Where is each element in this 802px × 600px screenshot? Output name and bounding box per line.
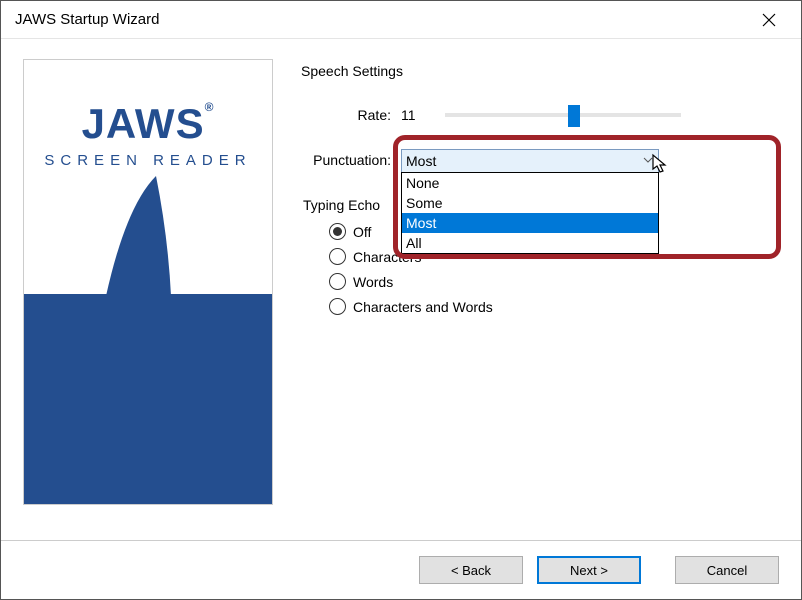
- combo-option-all[interactable]: All: [402, 233, 658, 253]
- next-button[interactable]: Next >: [537, 556, 641, 584]
- radio-label-off: Off: [353, 224, 371, 240]
- water-graphic: [24, 294, 272, 504]
- button-bar: < Back Next > Cancel: [1, 541, 801, 599]
- rate-label: Rate:: [301, 107, 401, 123]
- cursor-icon: [651, 153, 671, 175]
- rate-value: 11: [401, 107, 435, 123]
- radio-indicator: [329, 273, 346, 290]
- combo-selected-text: Most: [406, 153, 436, 169]
- combo-option-most[interactable]: Most: [402, 213, 658, 233]
- window-title: JAWS Startup Wizard: [15, 11, 159, 28]
- rate-row: Rate: 11: [301, 105, 779, 125]
- punctuation-options-list: None Some Most All: [401, 172, 659, 254]
- punctuation-dropdown-wrap: Most None Some Most All: [401, 149, 779, 173]
- content-area: JAWS® SCREEN READER Speech Settings Rate…: [1, 39, 801, 541]
- radio-label-chars-words: Characters and Words: [353, 299, 493, 315]
- settings-panel: Speech Settings Rate: 11 Punctuation: Mo…: [301, 59, 779, 530]
- punctuation-label: Punctuation:: [301, 149, 401, 168]
- back-button[interactable]: < Back: [419, 556, 523, 584]
- combo-option-some[interactable]: Some: [402, 193, 658, 213]
- slider-track: [445, 113, 681, 117]
- rate-slider[interactable]: [445, 105, 681, 125]
- close-icon: [762, 13, 776, 27]
- close-button[interactable]: [749, 6, 789, 34]
- slider-thumb[interactable]: [568, 105, 580, 127]
- logo-subtitle: SCREEN READER: [24, 152, 272, 169]
- radio-words[interactable]: Words: [329, 273, 779, 290]
- shark-fin-icon: [86, 176, 186, 296]
- punctuation-combobox[interactable]: Most: [401, 149, 659, 173]
- radio-indicator: [329, 248, 346, 265]
- logo: JAWS® SCREEN READER: [24, 60, 272, 169]
- punctuation-row: Punctuation: Most None Some Most All: [301, 149, 779, 173]
- combo-option-none[interactable]: None: [402, 173, 658, 193]
- wizard-window: JAWS Startup Wizard JAWS® SCREEN READER …: [0, 0, 802, 600]
- radio-indicator: [329, 223, 346, 240]
- radio-indicator: [329, 298, 346, 315]
- cancel-button[interactable]: Cancel: [675, 556, 779, 584]
- radio-characters-and-words[interactable]: Characters and Words: [329, 298, 779, 315]
- section-title: Speech Settings: [301, 63, 779, 79]
- titlebar: JAWS Startup Wizard: [1, 1, 801, 39]
- logo-brand: JAWS®: [24, 100, 272, 148]
- wizard-illustration: JAWS® SCREEN READER: [23, 59, 273, 505]
- radio-label-words: Words: [353, 274, 393, 290]
